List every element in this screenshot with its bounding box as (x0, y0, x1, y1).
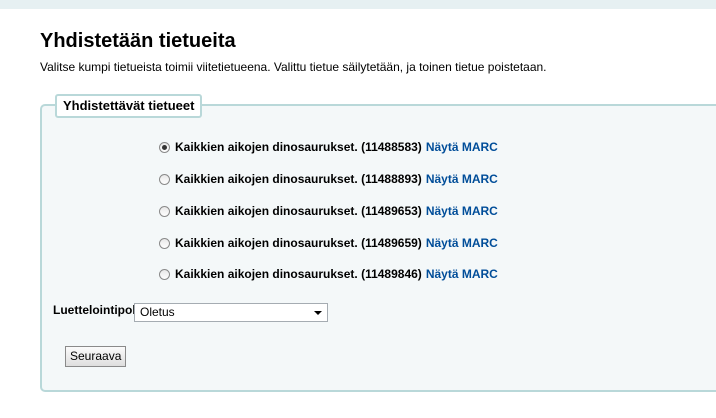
record-title: Kaikkien aikojen dinosaurukset. (175, 172, 358, 186)
record-radio[interactable] (159, 205, 170, 217)
record-id: (11489653) (361, 204, 422, 218)
record-title: Kaikkien aikojen dinosaurukset. (175, 204, 358, 218)
framework-label: Luettelointipohja (53, 303, 135, 317)
framework-selected-value: Oletus (140, 305, 175, 319)
record-id: (11489659) (361, 236, 422, 250)
record-row: Kaikkien aikojen dinosaurukset. (1148984… (159, 266, 498, 282)
record-row: Kaikkien aikojen dinosaurukset. (1148889… (159, 171, 498, 187)
top-strip (0, 0, 716, 9)
record-id: (11489846) (361, 267, 422, 281)
fieldset-legend: Yhdistettävät tietueet (55, 94, 203, 118)
record-title: Kaikkien aikojen dinosaurukset. (175, 140, 358, 154)
record-row: Kaikkien aikojen dinosaurukset. (1148858… (159, 139, 498, 155)
record-row: Kaikkien aikojen dinosaurukset. (1148965… (159, 235, 498, 251)
show-marc-link[interactable]: Näytä MARC (426, 266, 498, 282)
record-title: Kaikkien aikojen dinosaurukset. (175, 267, 358, 281)
record-radio[interactable] (159, 141, 170, 153)
intro-text: Valitse kumpi tietueista toimii viitetie… (40, 60, 547, 74)
record-title: Kaikkien aikojen dinosaurukset. (175, 236, 358, 250)
record-radio[interactable] (159, 173, 170, 185)
record-id: (11488893) (361, 172, 422, 186)
framework-select[interactable]: Oletus (134, 303, 328, 322)
next-button[interactable]: Seuraava (65, 346, 127, 367)
show-marc-link[interactable]: Näytä MARC (426, 171, 498, 187)
show-marc-link[interactable]: Näytä MARC (426, 203, 498, 219)
record-id: (11488583) (361, 140, 422, 154)
page-title: Yhdistetään tietueita (40, 30, 236, 52)
dropdown-arrow-icon (314, 311, 322, 315)
show-marc-link[interactable]: Näytä MARC (426, 235, 498, 251)
record-row: Kaikkien aikojen dinosaurukset. (1148965… (159, 203, 498, 219)
show-marc-link[interactable]: Näytä MARC (426, 139, 498, 155)
record-radio[interactable] (159, 237, 170, 249)
record-radio[interactable] (159, 268, 170, 280)
